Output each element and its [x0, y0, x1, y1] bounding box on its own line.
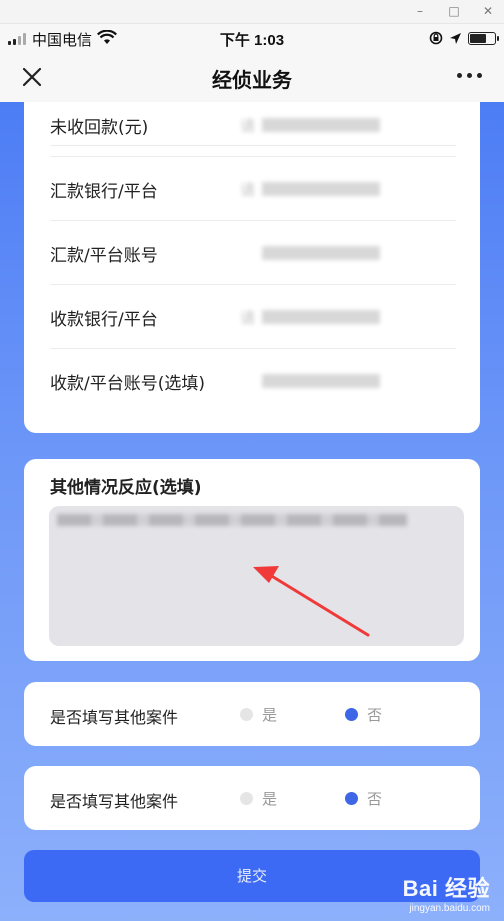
radio-label: 是 [262, 706, 278, 724]
form-row-receive-bank[interactable]: 收款银行/平台 请 [50, 285, 456, 349]
watermark-url: jingyan.baidu.com [409, 903, 490, 914]
form-row-remit-bank[interactable]: 汇款银行/平台 请 [50, 157, 456, 221]
radio-no[interactable]: 否 [345, 788, 382, 809]
battery-icon [468, 31, 499, 45]
field-label: 收款/平台账号(选填) [50, 374, 205, 394]
nav-bar: 经侦业务 [0, 52, 504, 102]
more-icon[interactable] [457, 73, 482, 78]
field-label: 汇款银行/平台 [50, 182, 158, 202]
status-bar: 中国电信 下午 1:03 [0, 24, 504, 52]
radio-yes[interactable]: 是 [240, 704, 277, 725]
window-close-icon[interactable]: ✕ [480, 3, 496, 19]
radio-card: 是否填写其他案件 是 否 [24, 766, 480, 830]
radio-dot-selected [345, 792, 358, 805]
radio-label: 是 [262, 790, 278, 808]
notes-card: 其他情况反应(选填) [24, 459, 480, 661]
location-icon [450, 32, 461, 44]
field-label: 汇款/平台账号 [50, 246, 158, 266]
radio-card: 是否填写其他案件 是 否 [24, 682, 480, 746]
form-card: 未收回款(元) 请 汇款银行/平台 请 汇款/平台账号 收款银行/平台 请 收款… [24, 102, 480, 433]
minimize-icon[interactable]: – [412, 3, 428, 19]
field-label: 收款银行/平台 [50, 310, 158, 330]
window-title-bar: – □ ✕ [0, 0, 504, 24]
radio-label: 否 [367, 790, 383, 808]
form-row-remit-account[interactable]: 汇款/平台账号 [50, 221, 456, 285]
maximize-icon[interactable]: □ [446, 3, 462, 19]
field-input[interactable] [240, 243, 380, 263]
field-input[interactable]: 请 [240, 307, 380, 327]
radio-dot [240, 792, 253, 805]
field-label: 未收回款(元) [50, 118, 149, 138]
form-row-unrecovered-amount[interactable]: 未收回款(元) 请 [50, 102, 456, 157]
radio-label: 否 [367, 706, 383, 724]
radio-no[interactable]: 否 [345, 704, 382, 725]
rotation-lock-icon [429, 31, 443, 45]
radio-dot-selected [345, 708, 358, 721]
page-title: 经侦业务 [212, 68, 292, 92]
baidu-jingyan-watermark: Bai 经验 jingyan.baidu.com [403, 871, 490, 914]
radio-question: 是否填写其他案件 [50, 708, 179, 727]
field-input[interactable] [240, 371, 380, 391]
annotation-arrow-icon [253, 566, 370, 637]
radio-question: 是否填写其他案件 [50, 792, 179, 811]
field-input[interactable]: 请 [240, 115, 380, 135]
main-content: 未收回款(元) 请 汇款银行/平台 请 汇款/平台账号 收款银行/平台 请 收款… [0, 102, 504, 921]
watermark-logo: Bai 经验 [402, 876, 490, 901]
form-row-receive-account[interactable]: 收款/平台账号(选填) [50, 349, 456, 413]
radio-dot [240, 708, 253, 721]
radio-yes[interactable]: 是 [240, 788, 277, 809]
field-input[interactable]: 请 [240, 179, 380, 199]
